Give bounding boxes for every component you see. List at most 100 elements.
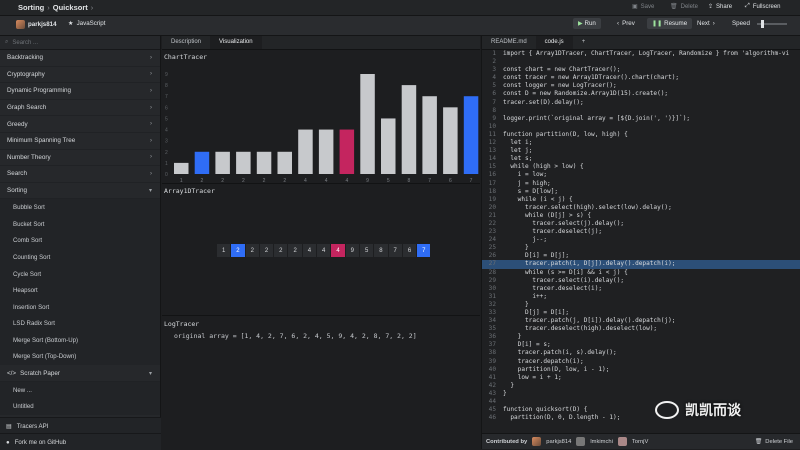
code-line[interactable]: 41 low = i + 1; (482, 374, 800, 382)
code-line[interactable]: 2 (482, 58, 800, 66)
code-line[interactable]: 22 tracer.select(j).delay(); (482, 220, 800, 228)
code-line[interactable]: 9 logger.print(`original array = [${D.joi… (482, 115, 800, 123)
code-line[interactable]: 6 const D = new Randomize.Array1D(15).cre… (482, 90, 800, 98)
tracers-api-link[interactable]: ▤ Tracers API (0, 417, 161, 434)
sidebar-item-backtracking[interactable]: Backtracking › (0, 50, 160, 67)
fullscreen-button[interactable]: ⤢ Fullscreen (745, 3, 781, 10)
code-line[interactable]: 35 tracer.deselect(high).deselect(low); (482, 325, 800, 333)
code-line[interactable]: 3 const chart = new ChartTracer(); (482, 66, 800, 74)
code-line[interactable]: 34 tracer.patch(j, D[i]).delay().depatch… (482, 317, 800, 325)
github-link[interactable]: ● Fork me on GitHub (0, 433, 161, 450)
code-line[interactable]: 37 D[i] = s; (482, 341, 800, 349)
search-box[interactable]: ⌕ Search ... (0, 36, 160, 50)
save-button[interactable]: ▣ Save (632, 3, 654, 11)
sidebar-subitem[interactable]: Merge Sort (Bottom-Up) (0, 332, 160, 349)
scratch-paper-header[interactable]: </> Scratch Paper ▾ (0, 365, 160, 382)
code-line[interactable]: 46 partition(D, 0, D.length - 1); (482, 414, 800, 422)
sidebar-item-greedy[interactable]: Greedy › (0, 116, 160, 133)
code-line[interactable]: 38 tracer.patch(i, s).delay(); (482, 349, 800, 357)
code-line[interactable]: 12 let i; (482, 139, 800, 147)
contributor-link[interactable]: lmkimchi (590, 439, 613, 445)
sidebar-item-dynamic-programming[interactable]: Dynamic Programming › (0, 83, 160, 100)
language-button[interactable]: ★ JavaScript (68, 20, 105, 27)
tab-code-js[interactable]: code.js (535, 36, 573, 49)
search-input[interactable]: Search ... (12, 40, 38, 46)
code-line[interactable]: 7 tracer.set(D).delay(); (482, 99, 800, 107)
code-line[interactable]: 5 const logger = new LogTracer(); (482, 82, 800, 90)
breadcrumb-category[interactable]: Sorting (18, 3, 44, 12)
scratch-item[interactable]: Untitled (0, 398, 160, 416)
sidebar-item-number-theory[interactable]: Number Theory › (0, 150, 160, 167)
code-line[interactable]: 26 D[i] = D[j]; (482, 252, 800, 260)
sidebar-subitem[interactable]: LSD Radix Sort (0, 315, 160, 333)
contributor-link[interactable]: parkjs814 (546, 439, 571, 445)
user-button[interactable]: parkjs814 (16, 20, 57, 29)
line-number: 27 (488, 260, 496, 268)
sidebar-item-minimum-spanning-tree[interactable]: Minimum Spanning Tree › (0, 133, 160, 150)
code-line[interactable]: 43} (482, 390, 800, 398)
code-line[interactable]: 17 j = high; (482, 180, 800, 188)
code-editor[interactable]: 1 import { Array1DTracer, ChartTracer, Lo… (482, 50, 800, 433)
sidebar-item-graph-search[interactable]: Graph Search › (0, 100, 160, 117)
delete-button[interactable]: 🗑︎ Delete (670, 3, 698, 11)
sidebar-subitem[interactable]: Heapsort (0, 282, 160, 299)
add-tab-button[interactable]: + (573, 36, 595, 49)
sidebar-subitem[interactable]: Cycle Sort (0, 265, 160, 283)
code-line[interactable]: 33 D[j] = D[i]; (482, 309, 800, 317)
resume-button[interactable]: ❚❚ Resume (647, 18, 693, 29)
code-line[interactable]: 24 j--; (482, 236, 800, 244)
sidebar-item-sorting[interactable]: Sorting ▾ (0, 183, 160, 200)
code-line[interactable]: 19 while (i < j) { (482, 196, 800, 204)
run-button[interactable]: ▶ Run (573, 18, 601, 29)
code-line[interactable]: 25 } (482, 244, 800, 252)
sidebar-item-search[interactable]: Search › (0, 166, 160, 183)
code-line[interactable]: 32 } (482, 301, 800, 309)
code-line[interactable]: 14 let s; (482, 155, 800, 163)
code-line[interactable]: 18 s = D[low]; (482, 188, 800, 196)
sidebar-item-cryptography[interactable]: Cryptography › (0, 67, 160, 84)
speed-slider[interactable] (756, 19, 787, 28)
code-text: while (high > low) { (503, 163, 584, 171)
code-line[interactable]: 4 const tracer = new Array1DTracer().char… (482, 74, 800, 82)
code-line[interactable]: 36 } (482, 333, 800, 341)
tab-description[interactable]: Description (162, 36, 210, 49)
code-line[interactable]: 15 while (high > low) { (482, 163, 800, 171)
share-button[interactable]: ⇪ Share (708, 3, 732, 11)
tab-visualization[interactable]: Visualization (210, 36, 262, 49)
code-line[interactable]: 28 while (s >= D[i] && i < j) { (482, 269, 800, 277)
avatar (617, 437, 627, 446)
code-line[interactable]: 23 tracer.deselect(j); (482, 228, 800, 236)
prev-button[interactable]: ‹ Prev (617, 20, 635, 27)
sidebar-item-label: Number Theory (7, 153, 51, 161)
code-line[interactable]: 45 function quicksort(D) { (482, 406, 800, 414)
tab-readme[interactable]: README.md (482, 36, 536, 49)
code-line[interactable]: 13 let j; (482, 147, 800, 155)
sidebar-subitem[interactable]: Bubble Sort (0, 199, 160, 216)
code-line[interactable]: 16 i = low; (482, 171, 800, 179)
sidebar-subitem[interactable]: Insertion Sort (0, 298, 160, 316)
code-line[interactable]: 40 partition(D, low, i - 1); (482, 366, 800, 374)
code-line[interactable]: 1 import { Array1DTracer, ChartTracer, Lo… (482, 50, 800, 58)
code-line[interactable]: 29 tracer.select(i).delay(); (482, 277, 800, 285)
sidebar-subitem[interactable]: Bucket Sort (0, 215, 160, 233)
sidebar-subitem[interactable]: Comb Sort (0, 232, 160, 250)
contributor-link[interactable]: TornjV (632, 439, 648, 445)
code-line[interactable]: 30 tracer.deselect(i); (482, 285, 800, 293)
code-line[interactable]: 44 (482, 398, 800, 406)
scratch-item[interactable]: New ... (0, 381, 160, 399)
code-line[interactable]: 20 tracer.select(high).select(low).delay… (482, 204, 800, 212)
sidebar-subitem[interactable]: Counting Sort (0, 249, 160, 266)
sidebar-subitem[interactable]: Merge Sort (Top-Down) (0, 348, 160, 366)
code-line[interactable]: 31 i++; (482, 293, 800, 301)
delete-file-button[interactable]: 🗑︎ Delete File (755, 439, 793, 445)
next-button[interactable]: Next › (697, 20, 715, 27)
breadcrumb-algorithm[interactable]: Quicksort (53, 3, 88, 12)
speed-slider-handle[interactable] (760, 19, 764, 28)
code-line[interactable]: 8 (482, 107, 800, 115)
code-line[interactable]: 42 } (482, 382, 800, 390)
code-line[interactable]: 39 tracer.depatch(i); (482, 358, 800, 366)
code-line[interactable]: 27 tracer.patch(i, D[j]).delay().depatch… (482, 260, 800, 269)
code-line[interactable]: 21 while (D[j] > s) { (482, 212, 800, 220)
code-line[interactable]: 11 function partition(D, low, high) { (482, 131, 800, 139)
code-line[interactable]: 10 (482, 123, 800, 131)
